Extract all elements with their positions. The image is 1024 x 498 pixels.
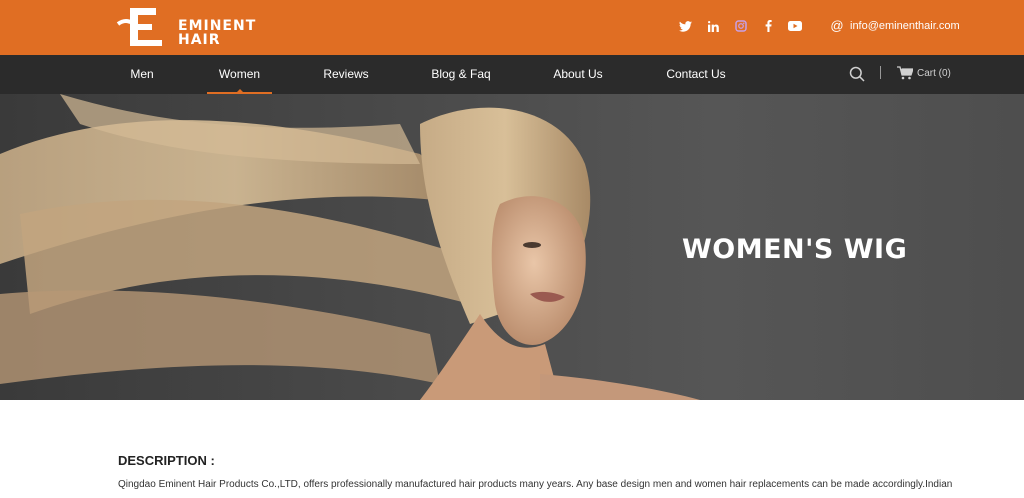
twitter-icon[interactable]: [677, 18, 693, 34]
at-icon: @: [830, 18, 844, 33]
main-nav: Men Women Reviews Blog & Faq About Us Co…: [0, 55, 1024, 94]
logo-text-line2: HAIR: [178, 32, 221, 48]
cart-icon[interactable]: [897, 66, 914, 80]
nav-item-reviews[interactable]: Reviews: [316, 55, 376, 94]
logo-e-mark: [116, 8, 162, 46]
nav-item-blog-faq[interactable]: Blog & Faq: [425, 55, 497, 94]
brand-logo[interactable]: EMINENT HAIR: [116, 4, 256, 50]
facebook-icon[interactable]: [760, 18, 776, 34]
hero-title: WOMEN'S WIG: [682, 234, 908, 265]
instagram-icon[interactable]: [733, 18, 749, 34]
linkedin-icon[interactable]: [705, 18, 721, 34]
nav-item-men[interactable]: Men: [120, 55, 164, 94]
description-title: DESCRIPTION :: [118, 453, 215, 468]
nav-item-women[interactable]: Women: [207, 55, 272, 94]
nav-item-contact-us[interactable]: Contact Us: [659, 55, 733, 94]
top-bar: EMINENT HAIR @ info@eminenthair.com: [0, 0, 1024, 55]
cart-link[interactable]: Cart (0): [917, 66, 951, 82]
email-link[interactable]: info@eminenthair.com: [850, 18, 960, 34]
logo-text: EMINENT HAIR: [178, 19, 256, 47]
nav-separator: [880, 66, 881, 79]
nav-item-about-us[interactable]: About Us: [545, 55, 611, 94]
youtube-icon[interactable]: [787, 18, 803, 34]
logo-text-line1: EMINENT: [178, 18, 257, 34]
hero-banner: WOMEN'S WIG: [0, 94, 1024, 400]
search-icon[interactable]: [849, 66, 865, 82]
description-text: Qingdao Eminent Hair Products Co.,LTD, o…: [118, 479, 953, 490]
